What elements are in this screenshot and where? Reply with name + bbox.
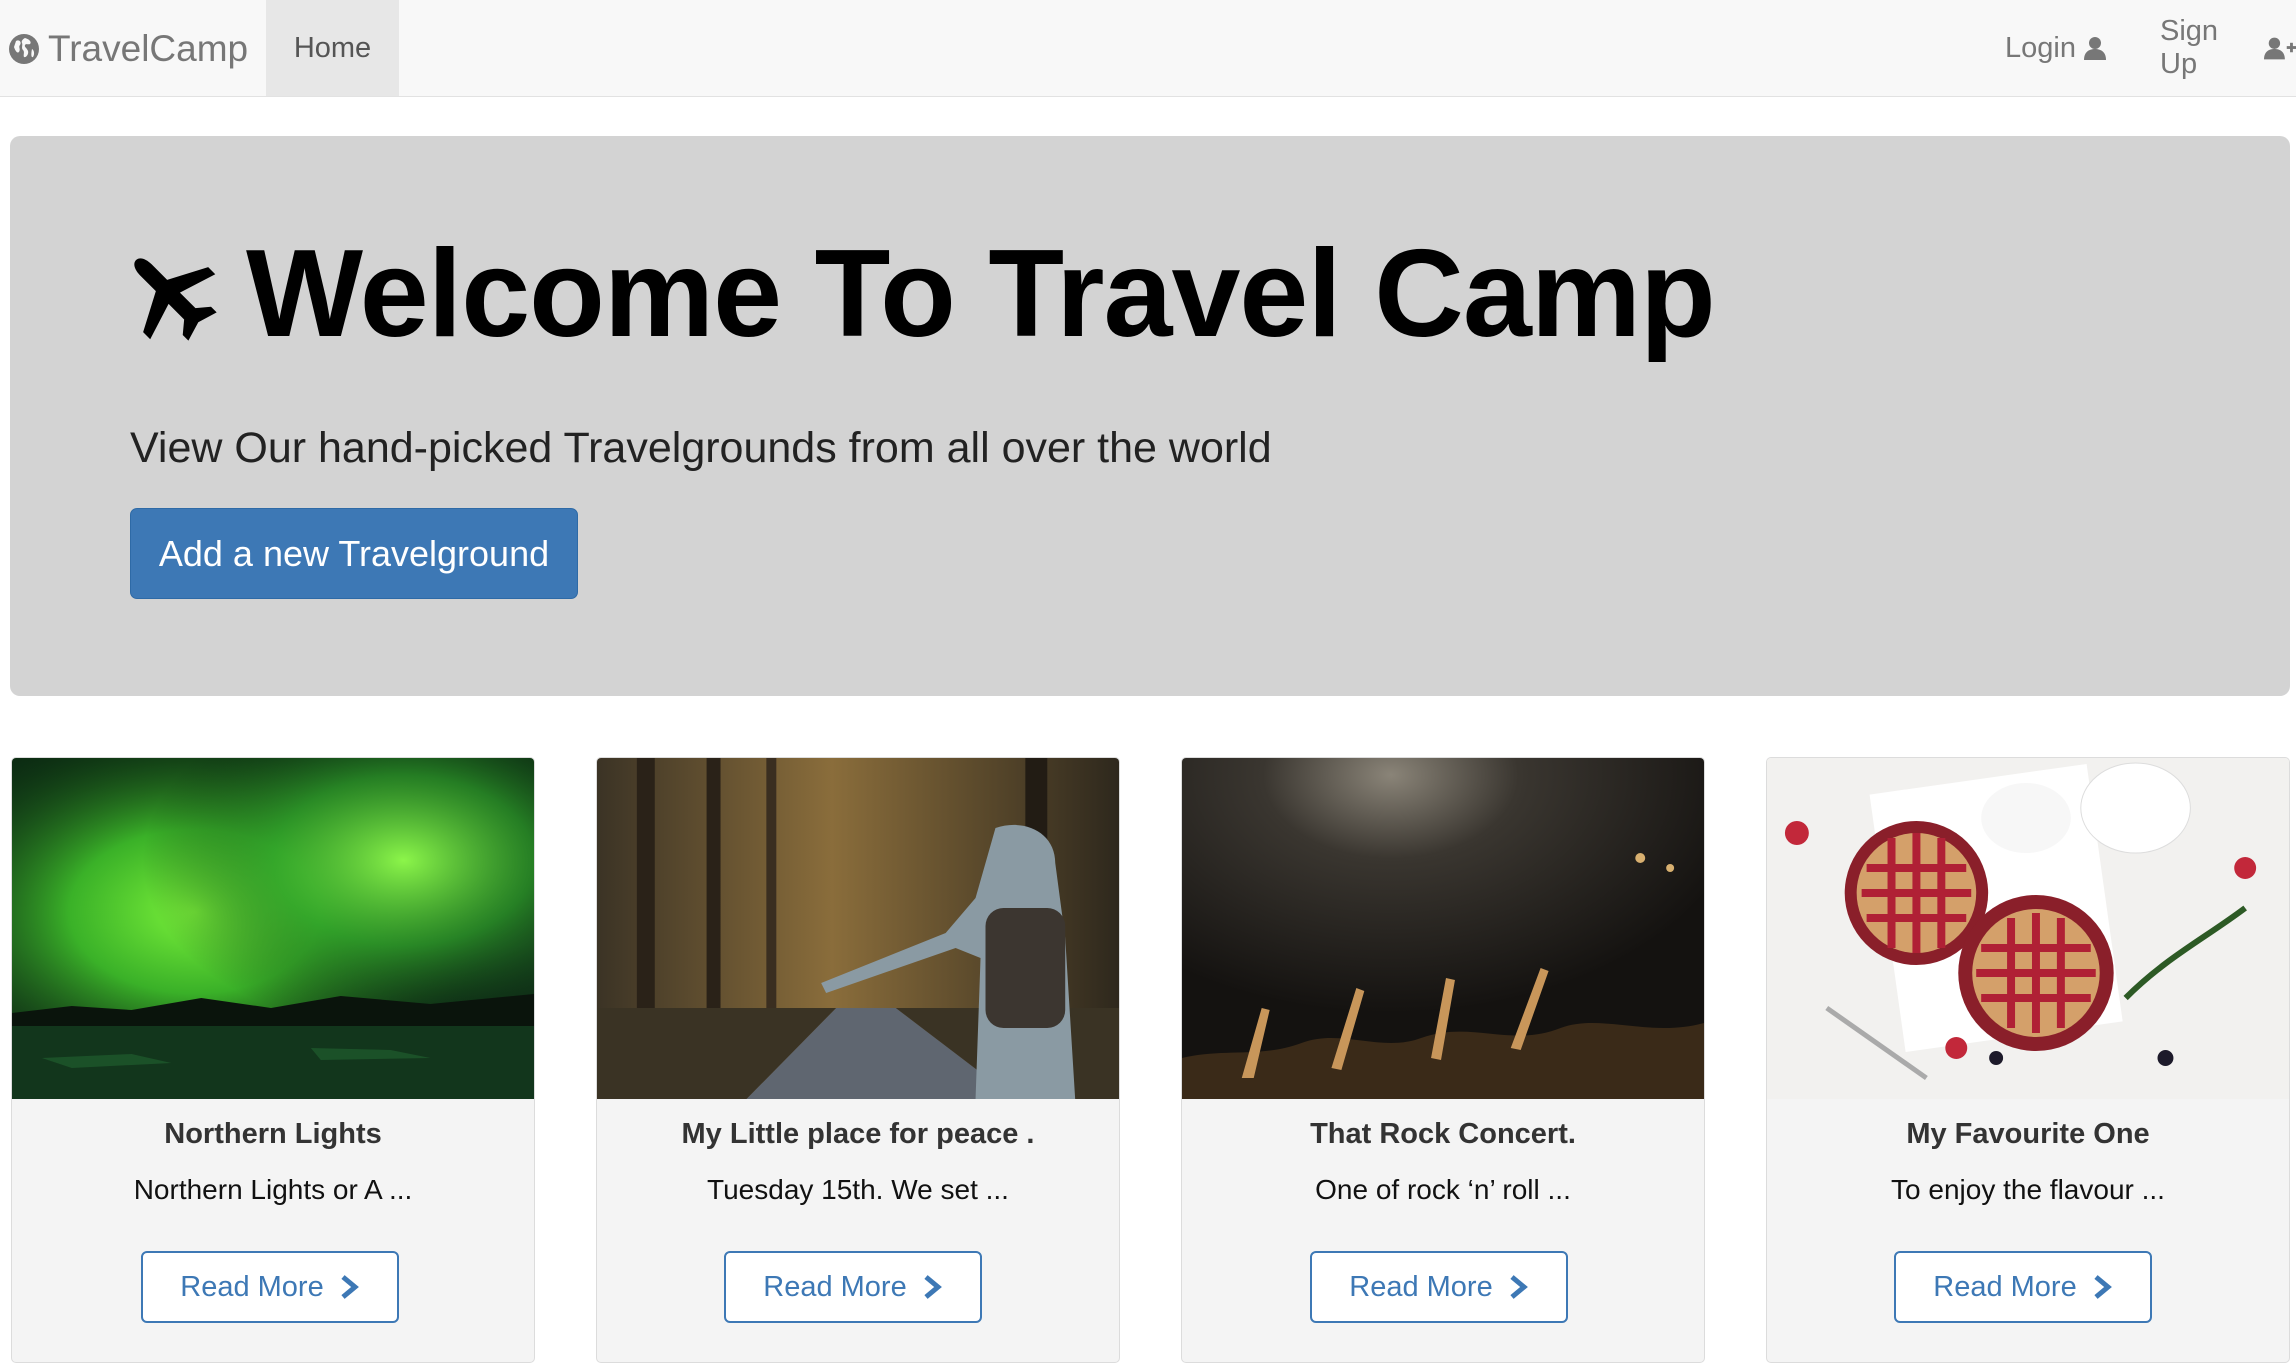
card-description: To enjoy the flavour ...: [1891, 1174, 2165, 1205]
read-more-label: Read More: [763, 1270, 907, 1303]
read-more-label: Read More: [180, 1270, 324, 1303]
login-link[interactable]: Login: [2005, 0, 2108, 96]
read-more-button[interactable]: Read More: [724, 1251, 982, 1323]
card-description: Northern Lights or A ...: [133, 1174, 413, 1205]
chevron-right-icon: [924, 1275, 942, 1299]
card-image-rock-concert: [1182, 758, 1704, 1099]
signup-link[interactable]: Sign Up: [2160, 0, 2296, 96]
hero-title-row: Welcome To Travel Camp: [120, 225, 1716, 363]
card-image-pies: [1767, 758, 2289, 1099]
card-image-northern-lights: [12, 758, 534, 1099]
signup-label: Sign Up: [2160, 15, 2219, 80]
card-image-forest-road: [597, 758, 1119, 1099]
page-title: Welcome To Travel Camp: [246, 225, 1716, 363]
read-more-button[interactable]: Read More: [1310, 1251, 1568, 1323]
card-title: That Rock Concert.: [1310, 1118, 1576, 1150]
card: My Little place for peace . Tuesday 15th…: [596, 757, 1120, 1363]
card-title: My Little place for peace .: [681, 1118, 1035, 1150]
plane-icon: [134, 258, 217, 341]
read-more-button[interactable]: Read More: [1894, 1251, 2152, 1323]
card: My Favourite One To enjoy the flavour ..…: [1766, 757, 2290, 1363]
jumbotron: [10, 136, 2290, 696]
card-description: One of rock ‘n’ roll ...: [1315, 1174, 1571, 1205]
card-description: Tuesday 15th. We set ...: [707, 1174, 1009, 1205]
navbar: TravelCamp Home Login Sign Up: [0, 0, 2296, 97]
card-title: Northern Lights: [164, 1118, 382, 1150]
brand-link[interactable]: TravelCamp: [8, 0, 248, 97]
nav-home[interactable]: Home: [266, 0, 399, 96]
chevron-right-icon: [1510, 1275, 1528, 1299]
user-icon: [2083, 37, 2106, 60]
chevron-right-icon: [2094, 1275, 2112, 1299]
read-more-label: Read More: [1933, 1270, 2077, 1303]
read-more-label: Read More: [1349, 1270, 1493, 1303]
card-title: My Favourite One: [1906, 1118, 2150, 1150]
card: That Rock Concert. One of rock ‘n’ roll …: [1181, 757, 1705, 1363]
hero-subtitle: View Our hand-picked Travelgrounds from …: [130, 424, 1272, 472]
login-label: Login: [2005, 31, 2076, 64]
read-more-button[interactable]: Read More: [141, 1251, 399, 1323]
card: Northern Lights Northern Lights or A ...…: [11, 757, 535, 1363]
brand-text: TravelCamp: [48, 27, 249, 69]
add-travelground-button[interactable]: Add a new Travelground: [130, 508, 578, 599]
globe-icon: [9, 33, 39, 64]
chevron-right-icon: [341, 1275, 359, 1299]
user-plus-icon: [2263, 37, 2296, 60]
